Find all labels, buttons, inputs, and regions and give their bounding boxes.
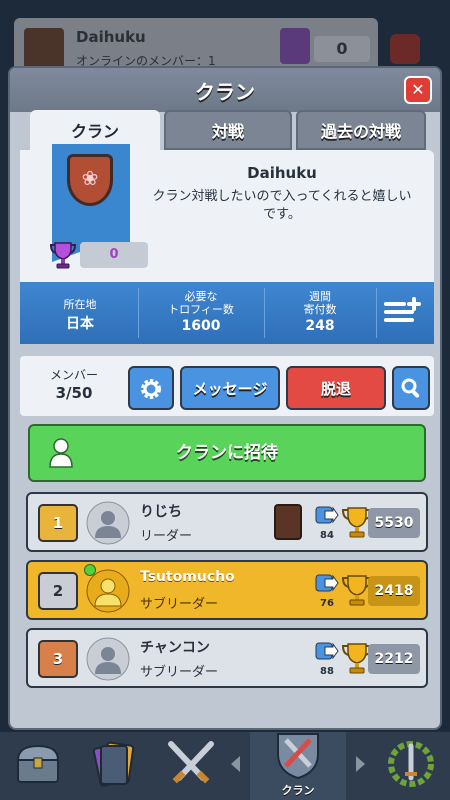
members-count: 3/50 <box>55 384 93 402</box>
member-trophies: 5530 <box>368 508 420 538</box>
member-name: Tsutomucho <box>140 569 235 585</box>
stat-required-trophies: 必要な トロフィー数 1600 <box>142 290 260 336</box>
settings-button[interactable] <box>128 366 174 410</box>
laurel-sword-icon <box>388 741 434 787</box>
member-role: サブリーダー <box>140 597 219 612</box>
member-name: チャンコン <box>140 640 210 656</box>
nav-left-arrow[interactable] <box>228 732 244 800</box>
leave-clan-button[interactable]: 脱退 <box>286 366 386 410</box>
dialog-title: クラン <box>195 80 255 104</box>
clan-dialog: クラン ✕ クラン 対戦 過去の対戦 ❀ Daihuku クラン対戦したいので入… <box>8 66 442 730</box>
chevron-left-icon <box>231 756 240 772</box>
member-role: リーダー <box>140 529 193 544</box>
crossed-swords-icon <box>168 741 214 784</box>
clan-banner: ❀ <box>52 144 130 262</box>
clan-trophy-value: 0 <box>80 242 148 268</box>
avatar-icon <box>86 501 130 545</box>
clan-info-panel: ❀ Daihuku クラン対戦したいので入ってくれると嬉しいです。 0 <box>20 144 434 284</box>
nav-battle[interactable] <box>156 732 226 800</box>
avatar-icon <box>86 637 130 681</box>
bottom-nav: クラン <box>0 732 450 800</box>
stat-weekly-label-1: 週間 <box>309 290 331 303</box>
close-button[interactable]: ✕ <box>404 76 432 104</box>
nav-tournament[interactable] <box>376 732 446 800</box>
donation-count: 84 <box>320 530 334 541</box>
donate-arrow-icon <box>315 574 339 592</box>
member-trophies: 2212 <box>368 644 420 674</box>
rank-badge: 2 <box>38 572 78 610</box>
stat-required-label-2: トロフィー数 <box>168 303 234 316</box>
stat-location-label: 所在地 <box>63 298 97 311</box>
avatar-icon <box>86 569 130 613</box>
member-row-2[interactable]: 2 Tsutomucho サブリーダー 76 2418 <box>26 560 428 620</box>
chest-icon <box>16 744 60 783</box>
donation-count: 88 <box>320 666 334 677</box>
donation-count: 76 <box>320 598 334 609</box>
tab-past-battles[interactable]: 過去の対戦 <box>296 110 426 150</box>
donation-indicator: 88 <box>314 642 340 677</box>
gear-icon <box>141 379 161 399</box>
clan-shield-icon <box>277 733 319 780</box>
clan-trophy-row: 0 <box>50 240 154 270</box>
donate-arrow-icon <box>315 642 339 660</box>
stat-location: 所在地 日本 <box>28 290 132 336</box>
member-trophies: 2418 <box>368 576 420 606</box>
donation-indicator: 76 <box>314 574 340 609</box>
donate-arrow-icon <box>315 506 339 524</box>
dialog-header: クラン ✕ <box>10 68 440 112</box>
background-trophy-icon <box>280 28 310 64</box>
clan-name: Daihuku <box>247 164 317 182</box>
stat-weekly-label-2: 寄付数 <box>303 303 337 316</box>
clan-badge-icon: ❀ <box>67 154 113 206</box>
rank-badge: 3 <box>38 640 78 678</box>
search-button[interactable] <box>392 366 430 410</box>
cards-icon <box>92 741 135 787</box>
message-button[interactable]: メッセージ <box>180 366 280 410</box>
chevron-right-icon <box>356 756 365 772</box>
members-label: メンバー <box>49 368 98 382</box>
purple-trophy-icon <box>50 242 76 269</box>
background-trophy-count: 0 <box>314 36 370 62</box>
tab-battle[interactable]: 対戦 <box>164 110 292 150</box>
nav-shop[interactable] <box>8 732 68 800</box>
nav-clan-label: クラン <box>281 784 315 797</box>
rank-badge: 1 <box>38 504 78 542</box>
member-name: りじち <box>140 504 182 520</box>
member-row-3[interactable]: 3 チャンコン サブリーダー 88 2212 <box>26 628 428 688</box>
member-row-1[interactable]: 1 りじち リーダー 84 5530 <box>26 492 428 552</box>
members-toolbar: メンバー 3/50 メッセージ 脱退 <box>20 356 434 416</box>
invite-label: クランに招待 <box>176 443 278 463</box>
invite-to-clan-button[interactable]: クランに招待 <box>28 424 426 482</box>
clan-description: クラン対戦したいので入ってくれると嬉しいです。 <box>152 189 412 222</box>
member-role: サブリーダー <box>140 665 219 680</box>
donation-indicator: 84 <box>314 506 340 541</box>
search-icon <box>401 378 420 398</box>
arena-sword-icon <box>274 504 302 540</box>
nav-right-arrow[interactable] <box>354 732 370 800</box>
background-clan-name: Daihuku <box>76 28 146 46</box>
add-list-icon[interactable] <box>382 296 424 328</box>
online-status-dot <box>84 564 96 576</box>
stat-weekly-value: 248 <box>305 318 335 334</box>
stat-required-value: 1600 <box>181 318 221 334</box>
background-close-icon <box>390 34 420 64</box>
stat-location-value: 日本 <box>66 316 94 332</box>
clan-stats-bar: 所在地 日本 必要な トロフィー数 1600 週間 寄付数 248 <box>20 282 434 344</box>
nav-cards[interactable] <box>80 732 150 800</box>
sakura-icon: ❀ <box>81 166 99 190</box>
nav-clan[interactable]: クラン <box>250 732 346 800</box>
stat-weekly-donations: 週間 寄付数 248 <box>268 290 372 336</box>
stat-required-label-1: 必要な <box>184 290 218 303</box>
